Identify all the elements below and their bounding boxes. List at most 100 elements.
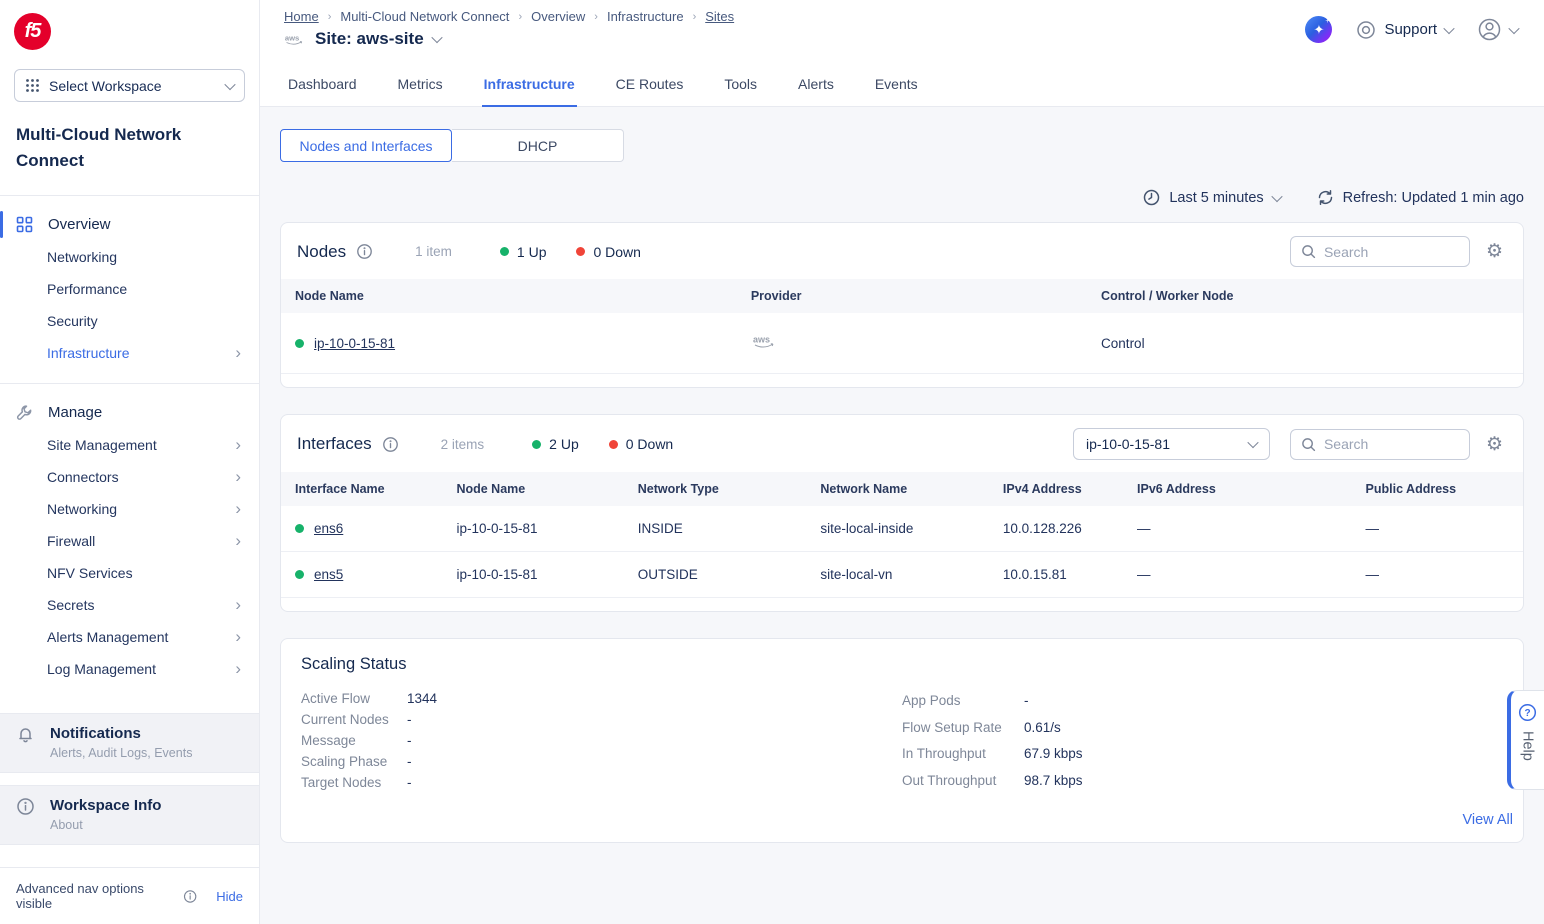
interface-ipv4: 10.0.128.226 [989, 506, 1123, 552]
sparkle-icon: + [1325, 18, 1329, 25]
breadcrumb-mcn[interactable]: Multi-Cloud Network Connect [340, 9, 509, 24]
refresh-label: Refresh: Updated 1 min ago [1343, 190, 1524, 206]
tab-metrics[interactable]: Metrics [396, 66, 445, 106]
scaling-label: Flow Setup Rate [902, 715, 1024, 742]
column-header-network-name: Network Name [806, 472, 989, 506]
overview-grid-icon [16, 216, 33, 233]
hide-advanced-nav-link[interactable]: Hide [216, 889, 243, 904]
svg-text:?: ? [1524, 708, 1530, 719]
interfaces-settings-gear-icon[interactable]: ⚙ [1486, 435, 1503, 454]
node-name-link[interactable]: ip-10-0-15-81 [314, 336, 395, 351]
sidebar-item-log-management[interactable]: Log Management› [0, 653, 259, 685]
sidebar-item-networking[interactable]: Networking [0, 241, 259, 273]
notifications-block[interactable]: Notifications Alerts, Audit Logs, Events [0, 713, 259, 773]
sidebar-item-connectors[interactable]: Connectors› [0, 461, 259, 493]
workspace-info-block[interactable]: Workspace Info About [0, 785, 259, 845]
column-header-interface-name: Interface Name [281, 472, 442, 506]
refresh-button[interactable]: Refresh: Updated 1 min ago [1317, 189, 1524, 206]
time-range-label: Last 5 minutes [1169, 190, 1263, 206]
search-icon [1301, 244, 1316, 259]
interface-network-type: INSIDE [624, 506, 807, 552]
sidebar-item-nfv-services[interactable]: NFV Services [0, 557, 259, 589]
tab-infrastructure[interactable]: Infrastructure [482, 66, 577, 107]
interfaces-count: 2 items [441, 437, 485, 452]
interface-network-name: site-local-inside [806, 506, 989, 552]
table-row: ip-10-0-15-81 aws Control [281, 313, 1523, 374]
sidebar-item-manage-networking[interactable]: Networking› [0, 493, 259, 525]
nodes-up-count: 1 Up [517, 244, 547, 260]
sidebar-item-firewall[interactable]: Firewall› [0, 525, 259, 557]
time-range-selector[interactable]: Last 5 minutes [1143, 189, 1280, 206]
ai-assistant-button[interactable]: ✦+ [1305, 16, 1332, 43]
column-header-provider: Provider [737, 279, 1087, 313]
interfaces-table: Interface Name Node Name Network Type Ne… [281, 472, 1523, 598]
aws-icon: aws [284, 32, 306, 47]
interface-ipv4: 10.0.15.81 [989, 552, 1123, 598]
account-menu[interactable] [1477, 17, 1518, 42]
support-label: Support [1384, 21, 1437, 38]
interfaces-search-input[interactable] [1324, 436, 1459, 452]
nav-item-label: Site Management [47, 437, 157, 453]
info-icon[interactable] [356, 243, 373, 260]
manage-nav-section: Manage Site Management › Connectors› Netw… [0, 384, 259, 699]
interface-network-type: OUTSIDE [624, 552, 807, 598]
subtab-dhcp[interactable]: DHCP [452, 129, 624, 162]
help-tab[interactable]: ? Help [1507, 690, 1544, 790]
column-header-control-worker: Control / Worker Node [1087, 279, 1523, 313]
sidebar-item-performance[interactable]: Performance [0, 273, 259, 305]
info-icon[interactable] [382, 436, 399, 453]
nodes-card: Nodes 1 item 1 Up 0 Down ⚙ [280, 222, 1524, 388]
manage-label: Manage [48, 404, 102, 421]
workspace-selector-label: Select Workspace [49, 78, 162, 94]
interface-name-link[interactable]: ens6 [314, 521, 343, 536]
sidebar-item-overview[interactable]: Overview [0, 208, 259, 241]
scaling-label: Active Flow [301, 688, 407, 709]
content-area: Nodes and Interfaces DHCP Last 5 minutes… [260, 107, 1544, 924]
nodes-settings-gear-icon[interactable]: ⚙ [1486, 242, 1503, 261]
tab-alerts[interactable]: Alerts [796, 66, 836, 106]
search-icon [1301, 437, 1316, 452]
chevron-right-icon: › [235, 440, 241, 450]
advanced-nav-text: Advanced nav options visible [16, 881, 176, 911]
interface-node-filter[interactable]: ip-10-0-15-81 [1073, 428, 1270, 460]
interface-node: ip-10-0-15-81 [442, 506, 623, 552]
breadcrumb-separator: › [693, 11, 697, 23]
nodes-title: Nodes [297, 242, 346, 262]
support-menu[interactable]: Support [1356, 20, 1453, 40]
breadcrumb-sites[interactable]: Sites [705, 9, 734, 24]
sidebar-item-manage[interactable]: Manage [0, 396, 259, 429]
interface-name-link[interactable]: ens5 [314, 567, 343, 582]
sidebar-item-alerts-management[interactable]: Alerts Management› [0, 621, 259, 653]
sidebar-item-site-management[interactable]: Site Management › [0, 429, 259, 461]
scaling-label: Target Nodes [301, 772, 407, 793]
nav-item-label: Security [47, 313, 98, 329]
interface-status-dot [295, 524, 304, 533]
sidebar-item-secrets[interactable]: Secrets› [0, 589, 259, 621]
scaling-value: - [407, 730, 902, 751]
nodes-table: Node Name Provider Control / Worker Node… [281, 279, 1523, 374]
refresh-icon [1317, 189, 1334, 206]
subtab-nodes-and-interfaces[interactable]: Nodes and Interfaces [280, 129, 452, 162]
chevron-right-icon: › [235, 472, 241, 482]
tab-dashboard[interactable]: Dashboard [286, 66, 359, 106]
sidebar-item-infrastructure[interactable]: Infrastructure› [0, 337, 259, 369]
chevron-down-icon [431, 32, 442, 43]
breadcrumb-overview[interactable]: Overview [531, 9, 585, 24]
workspace-selector[interactable]: Select Workspace [14, 69, 245, 102]
tab-ce-routes[interactable]: CE Routes [614, 66, 686, 106]
view-all-link[interactable]: View All [281, 794, 1523, 842]
tab-tools[interactable]: Tools [722, 66, 759, 106]
nav-item-label: Log Management [47, 661, 156, 677]
scaling-value: 1344 [407, 688, 902, 709]
interface-node-filter-value: ip-10-0-15-81 [1086, 436, 1170, 452]
table-row: ens6 ip-10-0-15-81 INSIDE site-local-ins… [281, 506, 1523, 552]
workspace-info-sublabel: About [50, 818, 161, 832]
breadcrumb-home[interactable]: Home [284, 9, 319, 24]
down-status-dot [609, 440, 618, 449]
tab-events[interactable]: Events [873, 66, 920, 106]
scaling-label: Current Nodes [301, 709, 407, 730]
breadcrumb-infrastructure[interactable]: Infrastructure [607, 9, 684, 24]
nodes-search-input[interactable] [1324, 244, 1459, 260]
sidebar-item-security[interactable]: Security [0, 305, 259, 337]
nav-item-label: Performance [47, 281, 127, 297]
